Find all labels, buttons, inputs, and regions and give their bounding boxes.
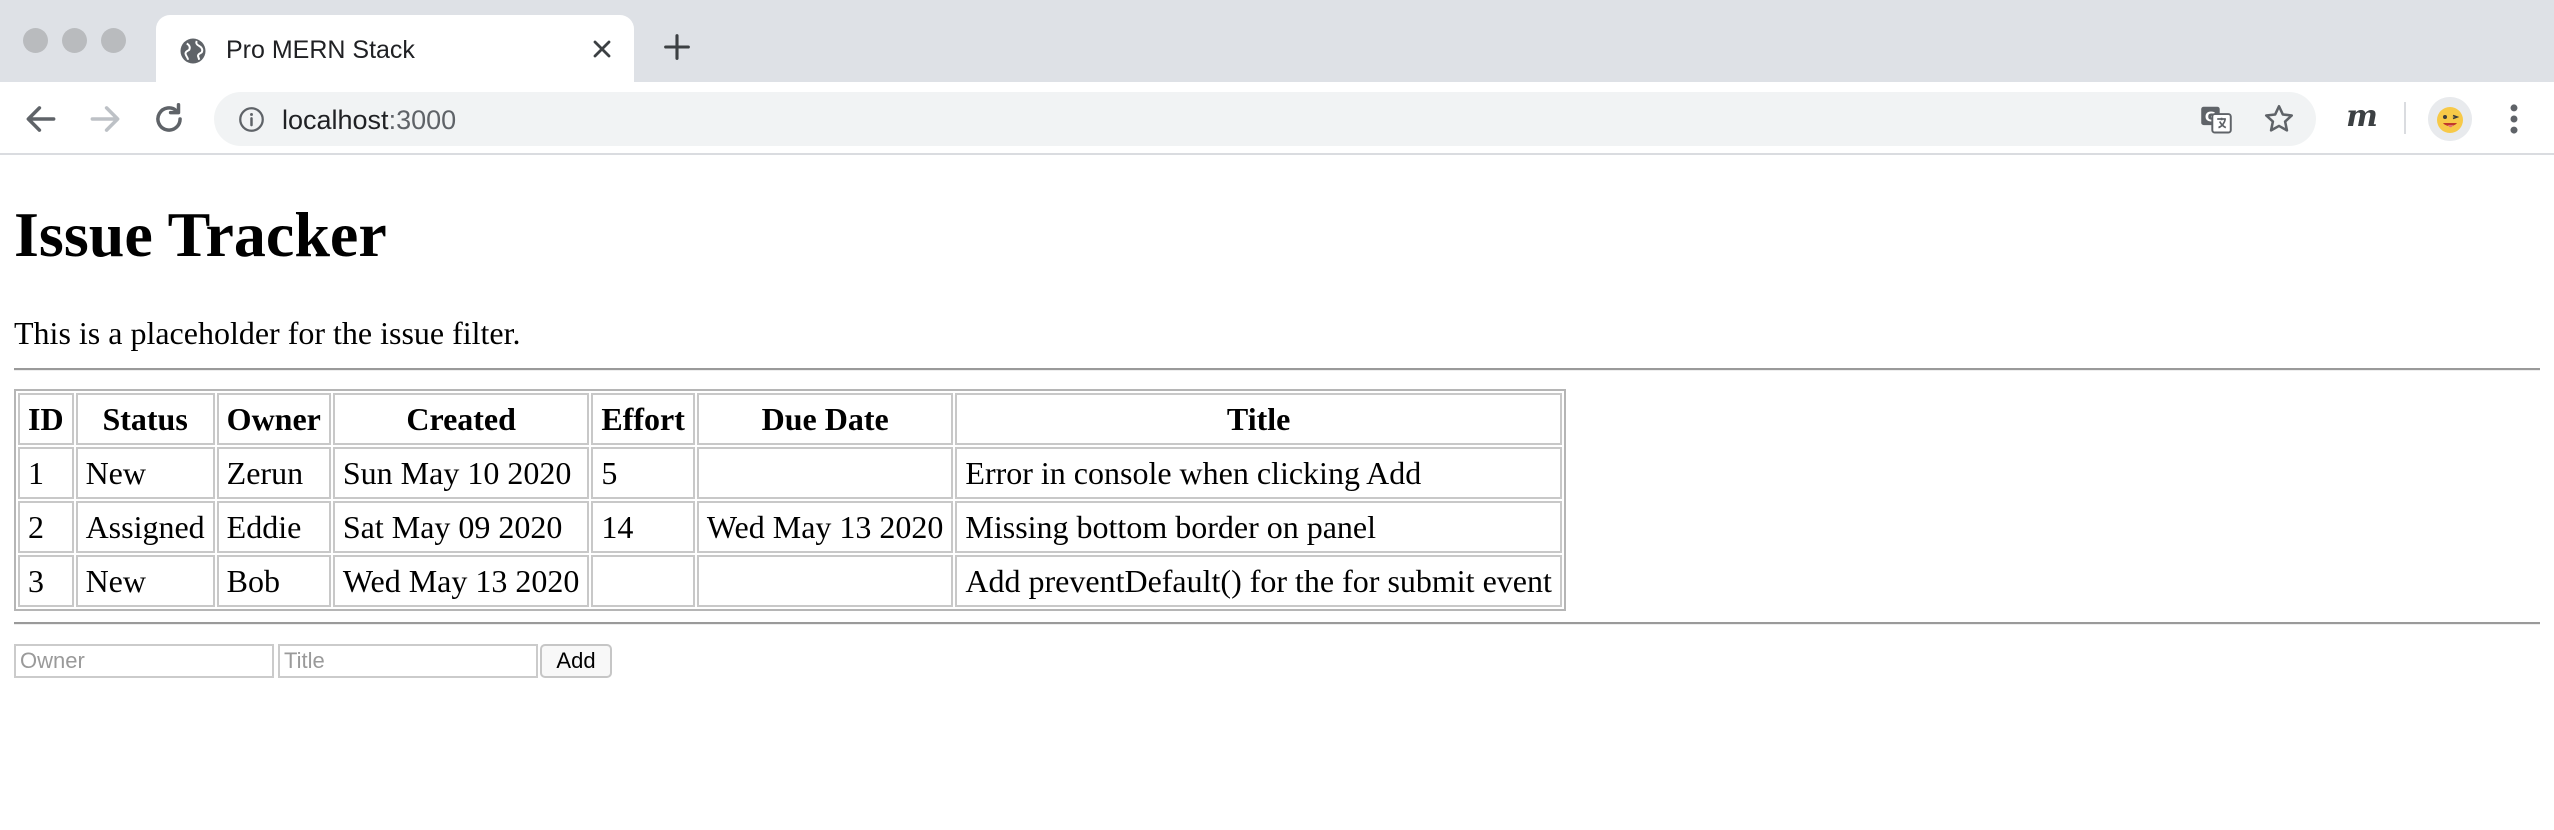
url-port: :3000	[388, 105, 457, 135]
browser-tab-active[interactable]: Pro MERN Stack	[156, 15, 634, 82]
cell-owner: Zerun	[216, 447, 331, 499]
globe-icon	[180, 38, 206, 64]
arrow-right-icon[interactable]	[86, 100, 124, 138]
browser-toolbar: localhost:3000 G	[0, 82, 2554, 155]
cell-status: New	[75, 555, 215, 607]
cell-id: 1	[18, 447, 74, 499]
window-minimize-button[interactable]	[62, 28, 87, 53]
cell-status: Assigned	[75, 501, 215, 553]
cell-title: Add preventDefault() for the for submit …	[955, 555, 1562, 607]
browser-tabstrip: Pro MERN Stack	[0, 0, 2554, 82]
cell-effort	[591, 555, 695, 607]
issue-table: ID Status Owner Created Effort Due Date …	[14, 389, 1566, 611]
add-button[interactable]: Add	[540, 644, 612, 678]
table-row: 2 Assigned Eddie Sat May 09 2020 14 Wed …	[18, 501, 1562, 553]
window-maximize-button[interactable]	[101, 28, 126, 53]
tab-title: Pro MERN Stack	[226, 36, 415, 64]
cell-due-date: Wed May 13 2020	[696, 501, 954, 553]
cell-created: Sun May 10 2020	[332, 447, 590, 499]
cell-id: 3	[18, 555, 74, 607]
page-content: Issue Tracker This is a placeholder for …	[0, 157, 2554, 830]
cell-title: Error in console when clicking Add	[955, 447, 1562, 499]
extension-m-icon[interactable]: m	[2344, 92, 2380, 142]
reload-icon[interactable]	[150, 100, 188, 138]
cell-due-date	[696, 555, 954, 607]
close-icon[interactable]	[588, 35, 616, 63]
toolbar-divider	[2404, 102, 2406, 134]
column-header-id: ID	[18, 393, 74, 445]
cell-title: Missing bottom border on panel	[955, 501, 1562, 553]
owner-input[interactable]	[14, 644, 274, 678]
url-host: localhost	[282, 105, 389, 135]
page-title: Issue Tracker	[14, 199, 387, 270]
issue-filter-placeholder: This is a placeholder for the issue filt…	[14, 315, 521, 351]
cell-owner: Bob	[216, 555, 331, 607]
column-header-status: Status	[75, 393, 215, 445]
table-row: 1 New Zerun Sun May 10 2020 5 Error in c…	[18, 447, 1562, 499]
plus-icon[interactable]	[660, 30, 694, 64]
divider	[14, 622, 2540, 625]
column-header-title: Title	[955, 393, 1562, 445]
column-header-effort: Effort	[591, 393, 695, 445]
address-bar[interactable]: localhost:3000 G	[214, 92, 2316, 146]
star-icon[interactable]	[2262, 102, 2296, 136]
cell-created: Sat May 09 2020	[332, 501, 590, 553]
table-header-row: ID Status Owner Created Effort Due Date …	[18, 393, 1562, 445]
cell-due-date	[696, 447, 954, 499]
cell-effort: 5	[591, 447, 695, 499]
table-row: 3 New Bob Wed May 13 2020 Add preventDef…	[18, 555, 1562, 607]
column-header-owner: Owner	[216, 393, 331, 445]
cell-effort: 14	[591, 501, 695, 553]
divider	[14, 368, 2540, 371]
title-input[interactable]	[278, 644, 538, 678]
info-icon[interactable]	[238, 106, 265, 133]
cell-created: Wed May 13 2020	[332, 555, 590, 607]
window-close-button[interactable]	[23, 28, 48, 53]
column-header-due-date: Due Date	[696, 393, 954, 445]
cell-owner: Eddie	[216, 501, 331, 553]
url-text[interactable]: localhost:3000	[282, 104, 456, 136]
translate-icon[interactable]: G	[2200, 104, 2232, 134]
cell-id: 2	[18, 501, 74, 553]
column-header-created: Created	[332, 393, 590, 445]
arrow-left-icon[interactable]	[22, 100, 60, 138]
cell-status: New	[75, 447, 215, 499]
kebab-menu-icon[interactable]	[2500, 100, 2528, 138]
avatar[interactable]	[2428, 97, 2472, 141]
